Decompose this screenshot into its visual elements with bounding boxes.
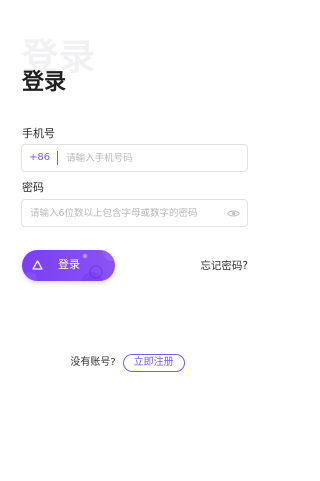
- field-divider: [57, 151, 59, 165]
- login-button-label: 登录: [58, 258, 80, 271]
- password-label: 密码: [22, 181, 44, 194]
- eye-icon[interactable]: [224, 204, 242, 222]
- phone-label: 手机号: [22, 127, 55, 140]
- phone-field[interactable]: +86: [21, 144, 248, 172]
- page-title: 登录: [22, 70, 67, 95]
- phone-input[interactable]: [66, 152, 247, 164]
- login-button[interactable]: 登录: [22, 250, 115, 281]
- signup-row: 没有账号? 立即注册: [0, 354, 270, 372]
- country-code[interactable]: +86: [29, 153, 50, 163]
- password-input[interactable]: [30, 207, 224, 219]
- password-field[interactable]: [21, 199, 248, 227]
- forgot-password-link[interactable]: 忘记密码?: [200, 261, 248, 272]
- no-account-text: 没有账号?: [70, 357, 116, 368]
- register-button[interactable]: 立即注册: [122, 354, 185, 372]
